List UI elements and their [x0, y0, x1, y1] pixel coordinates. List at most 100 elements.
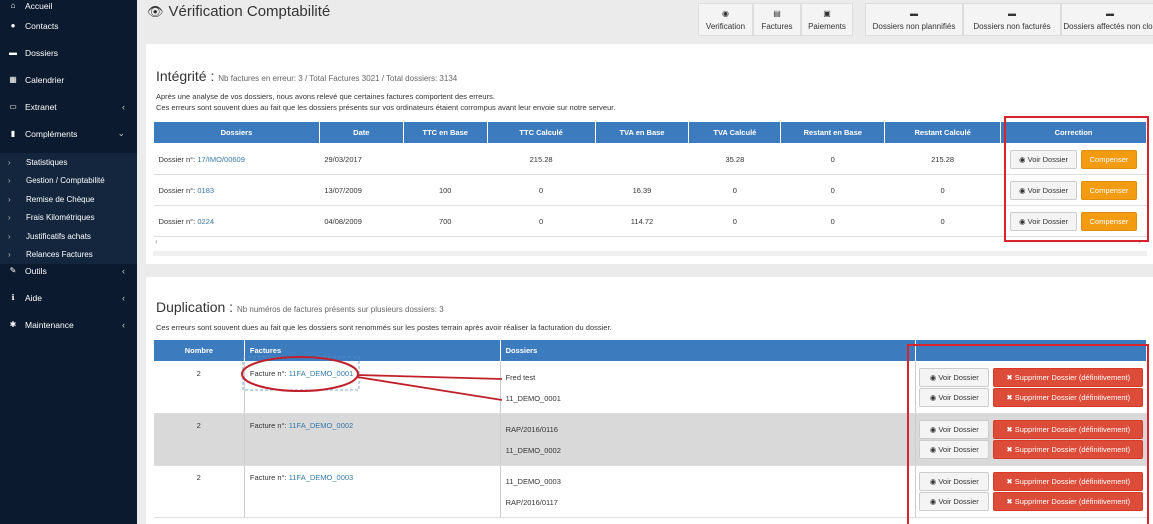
column-header[interactable]: Factures [243, 339, 501, 362]
toolbar-dossiers: ▬ Dossiers non plannifiés ▬ Dossiers non fa… [865, 3, 1153, 36]
submenu-item[interactable]: › Justificatifs achats [0, 227, 137, 246]
date-cell: 29/03/2017 [319, 143, 404, 175]
facture-cell: Facture n°: 11FA_DEMO_0002 [244, 413, 501, 466]
toolbar-primary: ◉ Verification ▤ Factures ▣ Paiements [698, 3, 853, 36]
toolbar-button-verification[interactable]: ◉ Verification [698, 3, 753, 36]
integrite-title: Intégrité : Nb factures en erreur: 3 / T… [156, 68, 458, 84]
ttc-calc-cell: 0 [487, 174, 596, 206]
toolbar-button-dossiersaffectsnonclos[interactable]: ▬ Dossiers affectés non clos [1061, 3, 1153, 36]
restant-calc-cell: 0 [884, 205, 1001, 237]
sidebar: ⌂ Accueil ● Contacts ▬ Dossiers ▦ Calendrier ▭ Ex… [0, 0, 137, 524]
duplication-description: Ces erreurs sont souvent dues au fait qu… [156, 323, 612, 332]
folder-icon: ▬ [1008, 8, 1016, 18]
tva-calc-cell: 0 [688, 174, 781, 206]
folder-icon: ▬ [910, 8, 918, 18]
sidebar-item-contacts[interactable]: ● Contacts [0, 12, 137, 39]
sidebar-item-complments[interactable]: ▮ Compléments ⌄ [0, 120, 137, 147]
info-icon: ℹ [11, 293, 15, 302]
table-row: Dossier n°: 0224 04/08/2009 700 0 114.72 0 0 0 ◉… [153, 205, 1147, 237]
column-header[interactable]: TVA Calculé [688, 121, 782, 144]
integrite-description: Après une analyse de vos dossiers, nous … [156, 92, 616, 112]
facture-link[interactable]: 11FA_DEMO_0001 [289, 369, 353, 378]
dossier-name: Fred test [505, 372, 536, 382]
submenu-item[interactable]: › Statistiques [0, 153, 137, 172]
tva-base-cell [595, 143, 689, 175]
chevron-right-icon: › [8, 157, 11, 167]
restant-calc-cell: 215.28 [884, 143, 1001, 175]
dossier-name: RAP/2016/0117 [505, 497, 558, 507]
chevron-left-icon: ‹ [122, 319, 125, 330]
column-header[interactable]: Restant en Base [780, 121, 886, 144]
sidebar-item-dossiers[interactable]: ▬ Dossiers [0, 39, 137, 66]
integrite-subtitle: Nb factures en erreur: 3 / Total Facture… [218, 74, 458, 83]
facture-cell: Facture n°: 11FA_DEMO_0003 [244, 465, 501, 518]
facture-link[interactable]: 11FA_DEMO_0002 [289, 421, 353, 430]
sidebar-item-extranet[interactable]: ▭ Extranet ‹ [0, 93, 137, 120]
dossier-name: 11_DEMO_0002 [505, 445, 561, 455]
submenu-item[interactable]: › Remise de Chèque [0, 190, 137, 209]
facture-cell: Facture n°: 11FA_DEMO_0001 [244, 361, 501, 414]
submenu-item[interactable]: › Frais Kilométriques [0, 209, 137, 228]
gear-icon: ✱ [9, 320, 17, 329]
ttc-base-cell: 700 [403, 205, 488, 237]
column-header[interactable]: Dossiers [153, 121, 320, 144]
dossier-link[interactable]: 0224 [197, 217, 214, 226]
chevron-right-icon: › [8, 213, 11, 223]
tva-base-cell: 16.39 [595, 174, 689, 206]
column-header[interactable]: TTC en Base [402, 121, 488, 144]
dossier-link[interactable]: 17/IMO/00609 [197, 155, 245, 164]
submenu-item[interactable]: › Gestion / Comptabilité [0, 172, 137, 191]
column-header[interactable]: TVA en Base [594, 121, 690, 144]
chevron-left-icon: ‹ [122, 265, 125, 276]
ttc-calc-cell: 215.28 [487, 143, 596, 175]
integrite-table: Dossiers Date TTC en Base TTC Calculé TVA en… [153, 121, 1147, 237]
integrite-panel: Intégrité : Nb factures en erreur: 3 / T… [146, 44, 1153, 264]
toolbar-button-factures[interactable]: ▤ Factures [753, 3, 801, 36]
chevron-right-icon: › [8, 194, 11, 204]
nombre-cell: 2 [153, 361, 245, 414]
dossier-cell: Dossier n°: 17/IMO/00609 [153, 143, 320, 175]
ttc-base-cell [403, 143, 488, 175]
column-header[interactable]: Restant Calculé [884, 121, 1002, 144]
sidebar-item-calendrier[interactable]: ▦ Calendrier [0, 66, 137, 93]
horizontal-scrollbar[interactable] [153, 251, 1147, 256]
eye-icon: 👁 [147, 3, 164, 19]
tva-calc-cell: 35.28 [688, 143, 781, 175]
duplication-subtitle: Nb numéros de factures présents sur plus… [236, 305, 444, 314]
scroll-left-icon[interactable]: ‹ [155, 237, 158, 246]
column-header[interactable]: Date [318, 121, 404, 144]
table-row: Dossier n°: 0183 13/07/2009 100 0 16.39 0 0 0 ◉ … [153, 174, 1147, 206]
folder-icon: ▬ [1106, 8, 1114, 18]
column-header[interactable]: Dossiers [499, 339, 916, 362]
bar-chart-icon: ▮ [10, 129, 16, 138]
sidebar-item-maintenance[interactable]: ✱ Maintenance ‹ [0, 311, 137, 338]
dossier-name: RAP/2016/0116 [505, 424, 558, 434]
home-icon: ⌂ [10, 1, 16, 10]
facture-link[interactable]: 11FA_DEMO_0003 [289, 473, 353, 482]
column-header[interactable]: TTC Calculé [486, 121, 596, 144]
tva-calc-cell: 0 [688, 205, 781, 237]
submenu-item[interactable]: › Relances Factures [0, 246, 137, 265]
table-header-row: Dossiers Date TTC en Base TTC Calculé TVA en… [153, 121, 1147, 144]
chevron-left-icon: ‹ [122, 292, 125, 303]
toolbar-button-dossiersnonfacturs[interactable]: ▬ Dossiers non facturés [963, 3, 1061, 36]
restant-base-cell: 0 [780, 205, 885, 237]
duplication-title: Duplication : Nb numéros de factures pré… [156, 299, 444, 315]
file-icon: ▤ [773, 8, 781, 18]
sidebar-item-aide[interactable]: ℹ Aide ‹ [0, 284, 137, 311]
extranet-icon: ▭ [9, 102, 17, 111]
restant-base-cell: 0 [780, 174, 885, 206]
toolbar-button-paiements[interactable]: ▣ Paiements [801, 3, 853, 36]
column-header[interactable]: Nombre [153, 339, 245, 362]
toolbar-button-dossiersnonplannifis[interactable]: ▬ Dossiers non plannifiés [865, 3, 963, 36]
chevron-right-icon: › [8, 176, 11, 186]
chevron-right-icon: › [8, 231, 11, 241]
dossier-cell: Dossier n°: 0183 [153, 174, 320, 206]
actions-highlight-box [907, 344, 1149, 524]
sidebar-submenu: › Statistiques › Gestion / Comptabilité › Rem… [0, 153, 137, 264]
tva-base-cell: 114.72 [595, 205, 689, 237]
wrench-icon: ✎ [9, 266, 17, 275]
money-icon: ▣ [823, 8, 831, 18]
dossier-link[interactable]: 0183 [197, 186, 214, 195]
restant-base-cell: 0 [780, 143, 885, 175]
